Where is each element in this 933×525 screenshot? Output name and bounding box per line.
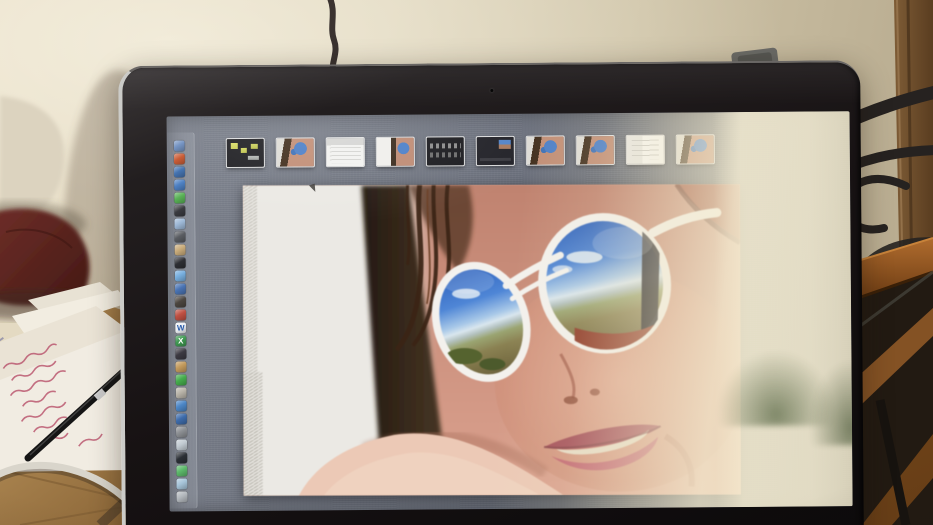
dock-icon-address-book[interactable] [174, 218, 186, 230]
expose-window-photo-2[interactable] [526, 136, 564, 165]
reflected-plant-2 [810, 360, 853, 446]
dock-icon-blue-app-2[interactable] [174, 283, 186, 295]
dock-icon-printer-utility[interactable] [174, 231, 186, 243]
dock-icon-glyph: W [176, 322, 185, 332]
expose-window-browser[interactable] [326, 137, 364, 167]
dock-icon-mail[interactable] [176, 439, 188, 451]
dock-icon-pointer-app[interactable] [175, 387, 187, 399]
dock-icon-glyph: X [178, 335, 184, 345]
dock-icon-lightblue-app[interactable] [176, 478, 188, 490]
dock-icon-google-earth[interactable] [173, 166, 186, 178]
expose-thumbnail-row [226, 135, 714, 168]
dock-icon-word[interactable]: W [175, 322, 187, 334]
dock-icon-finder[interactable] [173, 140, 185, 152]
dock-icon-expose-app[interactable] [176, 465, 188, 477]
dock-icon-red-app[interactable] [175, 309, 187, 321]
dock-icon-trash[interactable] [176, 491, 188, 503]
expose-window-photo-with-sidebar[interactable] [376, 137, 414, 166]
dock-icon-globe-app[interactable] [175, 413, 187, 425]
dock-icon-gold-app[interactable] [175, 361, 187, 373]
expose-window-stickies[interactable] [226, 138, 264, 168]
dock-icon-blue-app-1[interactable] [174, 179, 186, 191]
dock-icon-blue-app-3[interactable] [175, 400, 187, 412]
dock-icon-green-messenger[interactable] [174, 192, 186, 204]
photographed-scene: WX [0, 0, 933, 525]
expose-window-dark-editor[interactable] [476, 136, 514, 166]
isight-camera [490, 88, 494, 92]
dock-icon-clock-app[interactable] [176, 452, 188, 464]
dock-icon-dark-app-1[interactable] [174, 205, 186, 217]
laptop-screen: WX [166, 111, 853, 512]
dock-icon-green-app[interactable] [175, 374, 187, 386]
expose-window-photo-1[interactable] [276, 138, 314, 167]
dock-icon-excel[interactable]: X [175, 335, 187, 347]
dock-icon-safari[interactable] [174, 270, 186, 282]
dock-icon-iphoto[interactable] [174, 296, 187, 308]
expose-window-photo-3[interactable] [576, 136, 614, 165]
photo-of-woman-with-sunglasses [242, 184, 741, 496]
expose-window-document[interactable] [626, 135, 664, 164]
dock-icon-firefox[interactable] [173, 153, 185, 165]
dock-icon-gray-app[interactable] [175, 426, 188, 438]
dock-icon-dark-app-2[interactable] [175, 348, 187, 360]
photo-viewer-window[interactable] [242, 184, 741, 496]
dock-icon-tan-app[interactable] [174, 244, 186, 256]
expose-window-photo-4[interactable] [676, 135, 714, 164]
dock-icon-terminal[interactable] [174, 257, 186, 269]
expose-window-filmstrip[interactable] [426, 137, 464, 166]
macbook-laptop: WX [118, 60, 864, 525]
